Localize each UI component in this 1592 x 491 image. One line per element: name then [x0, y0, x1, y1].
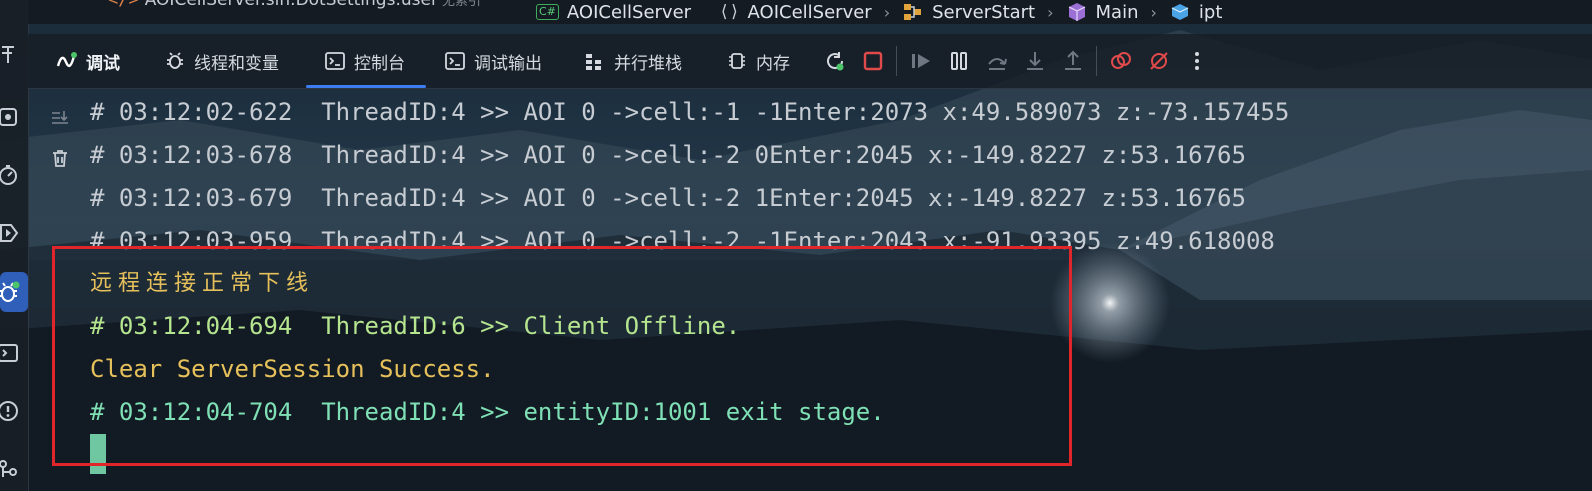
resume-icon — [912, 54, 930, 68]
console-line: # 03:12:03-678 ThreadID:4 >> AOI 0 ->cel… — [90, 141, 1246, 169]
chevron-right-icon: › — [883, 2, 891, 22]
text-cursor — [90, 434, 106, 474]
console-icon — [444, 50, 466, 72]
step-into-icon — [1027, 52, 1043, 70]
tab-label: 调试输出 — [474, 53, 542, 74]
structure-tool-icon[interactable] — [0, 38, 28, 72]
step-over-button[interactable] — [984, 48, 1010, 74]
tab-label: 调试 — [86, 53, 120, 74]
breadcrumb-class[interactable]: ServerStart — [902, 1, 1035, 23]
toolbar-divider — [896, 46, 897, 76]
step-out-button[interactable] — [1060, 48, 1086, 74]
terminal-tool-icon[interactable] — [0, 336, 28, 370]
toolbar-divider — [1096, 46, 1097, 76]
ide-debug-window: </> AOICellServer.sln.DotSettings.user 无索引… — [0, 0, 1592, 491]
method-cube-icon — [1066, 1, 1088, 23]
tab-label: 并行堆栈 — [614, 53, 682, 74]
more-options-button[interactable] — [1184, 48, 1210, 74]
tab-threads-variables[interactable]: 线程和变量 — [164, 34, 279, 88]
chevron-right-icon: › — [1047, 2, 1054, 22]
mute-breakpoints-button[interactable] — [1146, 48, 1172, 74]
file-tab-suffix: 无索引 — [441, 0, 481, 9]
console-output[interactable]: # 03:12:02-622 ThreadID:4 >> AOI 0 ->cel… — [90, 92, 1592, 491]
debug-toolbar: 调试 线程和变量 控制台 调试输出 并行堆栈 内存 — [28, 34, 1592, 89]
debug-tool-icon[interactable] — [0, 272, 28, 312]
resume-button[interactable] — [908, 48, 934, 74]
more-options-icon — [1195, 52, 1199, 70]
parallel-stacks-icon — [584, 50, 606, 72]
tab-console[interactable]: 控制台 — [324, 34, 405, 88]
active-tab-indicator — [306, 85, 426, 88]
problems-tool-icon[interactable] — [0, 394, 28, 428]
tab-label: 控制台 — [354, 53, 405, 74]
bug-icon — [164, 50, 186, 72]
file-tab-label: AOICellServer.sln.DotSettings.user — [144, 0, 438, 10]
view-breakpoints-button[interactable] — [1108, 48, 1134, 74]
breadcrumb-label: Main — [1095, 1, 1139, 23]
breadcrumb-namespace[interactable]: ⟨⟩ AOICellServer — [719, 2, 872, 23]
console-line: # 03:12:03-959 ThreadID:4 >> AOI 0 ->cel… — [90, 227, 1275, 255]
breadcrumb-label: AOICellServer — [566, 1, 692, 23]
restart-button[interactable] — [822, 48, 848, 74]
breadcrumb-label: AOICellServer — [747, 1, 872, 23]
field-icon — [1169, 1, 1191, 23]
pause-button[interactable] — [946, 48, 972, 74]
debug-run-icon — [56, 50, 78, 72]
breadcrumb-project[interactable]: C# AOICellServer — [536, 2, 691, 23]
breadcrumb-label: ipt — [1198, 1, 1223, 23]
trash-icon — [53, 150, 67, 167]
mute-breakpoints-icon — [1150, 52, 1168, 70]
profiler-tool-icon[interactable] — [0, 158, 28, 192]
breadcrumb-method[interactable]: Main — [1066, 1, 1139, 23]
navigation-bar: </> AOICellServer.sln.DotSettings.user 无索引… — [28, 0, 1592, 24]
scroll-to-end-icon — [52, 111, 68, 124]
console-gutter — [28, 90, 88, 491]
tab-memory[interactable]: 内存 — [726, 34, 790, 88]
console-icon — [324, 50, 346, 72]
stop-button[interactable] — [860, 48, 886, 74]
tab-label: 内存 — [756, 53, 790, 74]
tab-debug-output[interactable]: 调试输出 — [444, 34, 542, 88]
console-line: # 03:12:04-704 ThreadID:4 >> entityID:10… — [90, 398, 885, 426]
console-line: 远程连接正常下线 — [90, 271, 315, 296]
pause-icon — [951, 52, 967, 70]
memory-chip-icon — [726, 50, 748, 72]
breadcrumb-label: ServerStart — [932, 1, 1036, 23]
console-line: Clear ServerSession Success. — [90, 355, 495, 383]
step-into-button[interactable] — [1022, 48, 1048, 74]
restart-icon — [827, 52, 844, 71]
tab-parallel-stacks[interactable]: 并行堆栈 — [584, 34, 682, 88]
clear-console-button[interactable] — [48, 146, 72, 170]
class-structure-icon — [902, 1, 924, 23]
step-out-icon — [1065, 50, 1081, 70]
stop-icon — [863, 51, 883, 71]
tool-window-strip — [0, 0, 29, 491]
namespace-braces-icon: ⟨⟩ — [719, 2, 740, 22]
chevron-right-icon: › — [1150, 2, 1157, 22]
step-over-icon — [988, 58, 1007, 70]
xml-tag-icon: </> — [108, 0, 139, 10]
services-tool-icon[interactable] — [0, 100, 28, 134]
tab-debug[interactable]: 调试 — [56, 34, 120, 88]
view-breakpoints-icon — [1111, 52, 1131, 69]
csharp-project-icon: C# — [536, 4, 559, 20]
git-tool-icon[interactable] — [0, 452, 28, 486]
scroll-to-end-button[interactable] — [48, 106, 72, 130]
editor-file-tab[interactable]: </> AOICellServer.sln.DotSettings.user 无索引 — [108, 0, 481, 12]
console-line: # 03:12:03-679 ThreadID:4 >> AOI 0 ->cel… — [90, 184, 1246, 212]
console-line: # 03:12:02-622 ThreadID:4 >> AOI 0 ->cel… — [90, 98, 1290, 126]
breadcrumb: C# AOICellServer ⟨⟩ AOICellServer › Serv… — [536, 0, 1222, 24]
console-line: # 03:12:04-694 ThreadID:6 >> Client Offl… — [90, 312, 741, 340]
tab-label: 线程和变量 — [194, 53, 279, 74]
breadcrumb-field[interactable]: ipt — [1169, 1, 1222, 23]
run-tool-icon[interactable] — [0, 216, 28, 250]
